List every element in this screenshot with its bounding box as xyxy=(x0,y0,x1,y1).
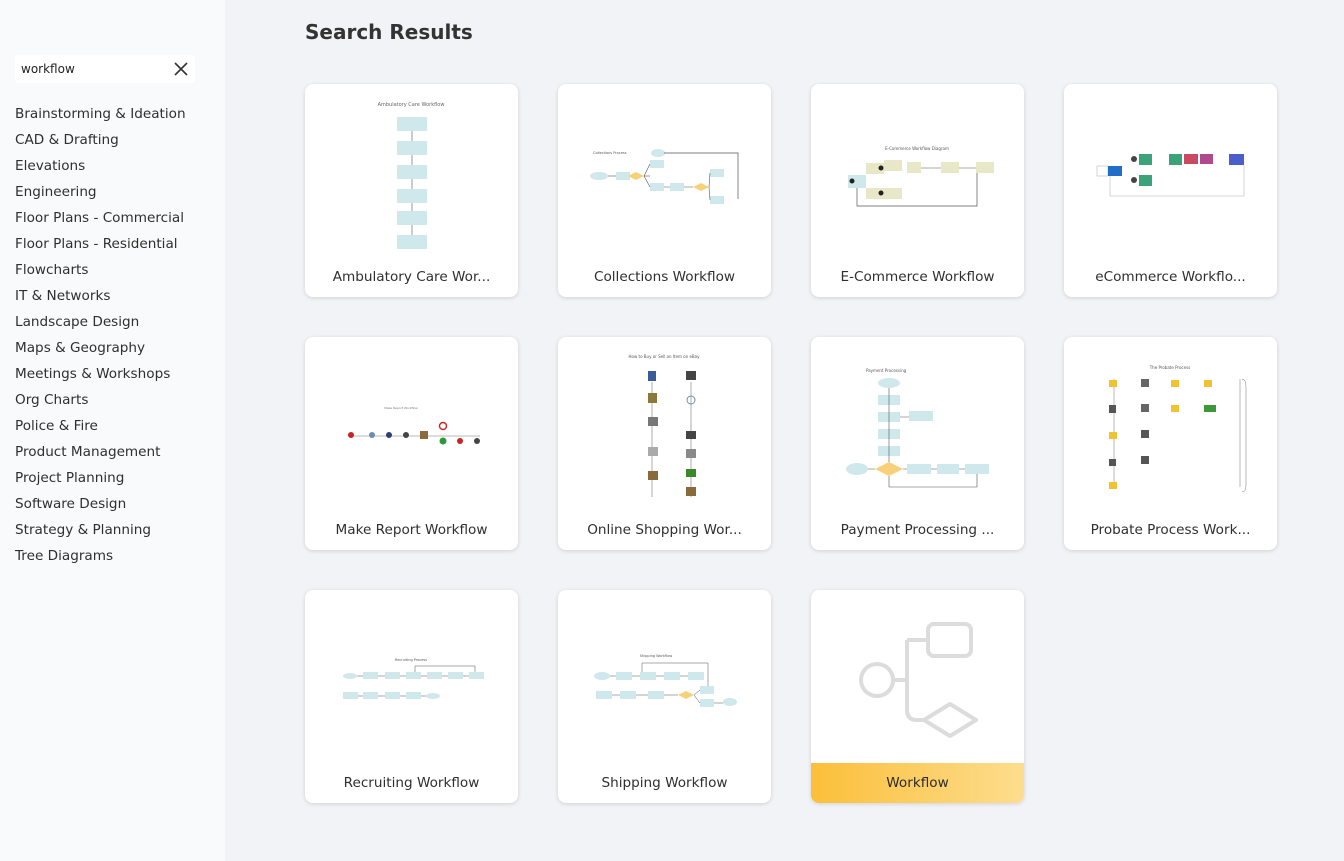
template-card[interactable]: Ambulatory Care Workflow Ambulatory Care… xyxy=(305,84,518,297)
template-card[interactable]: E-Commerce Workflow Diagram E-Commerce W… xyxy=(811,84,1024,297)
template-title: Payment Processing ... xyxy=(840,522,995,538)
category-item[interactable]: Project Planning xyxy=(15,465,186,491)
svg-text:The Probate Process: The Probate Process xyxy=(1149,365,1191,370)
svg-text:Payment Processing: Payment Processing xyxy=(866,368,907,373)
template-title: E-Commerce Workflow xyxy=(840,269,995,285)
template-thumbnail: Payment Processing xyxy=(846,368,989,488)
template-card[interactable]: The Probate Process Probate Process Work… xyxy=(1064,337,1277,550)
template-title: Recruiting Workflow xyxy=(343,775,480,791)
svg-text:Ambulatory Care Workflow: Ambulatory Care Workflow xyxy=(378,102,445,108)
workflow-placeholder-icon xyxy=(859,622,978,738)
template-title: Collections Workflow xyxy=(593,269,736,285)
category-list: Brainstorming & Ideation CAD & Drafting … xyxy=(15,101,186,569)
template-card[interactable]: Make Report Workflow Make Report Workflo… xyxy=(305,337,518,550)
template-thumbnail: Shipping Workflow xyxy=(594,654,737,707)
template-title: Ambulatory Care Wor... xyxy=(332,269,491,285)
sidebar: Brainstorming & Ideation CAD & Drafting … xyxy=(0,0,225,861)
svg-text:Make Report Workflow: Make Report Workflow xyxy=(384,406,418,410)
category-item[interactable]: Floor Plans - Commercial xyxy=(15,205,186,231)
template-card[interactable]: Collections Process Collections Workflow xyxy=(558,84,771,297)
category-item[interactable]: Software Design xyxy=(15,491,186,517)
close-icon[interactable] xyxy=(173,61,189,77)
category-item[interactable]: Flowcharts xyxy=(15,257,186,283)
template-title: Probate Process Work... xyxy=(1090,522,1251,538)
category-item[interactable]: Police & Fire xyxy=(15,413,186,439)
page-title: Search Results xyxy=(305,20,473,44)
template-thumbnail: E-Commerce Workflow Diagram xyxy=(848,146,994,207)
svg-text:How to Buy or Sell an Item on: How to Buy or Sell an Item on eBay xyxy=(629,354,701,359)
category-item[interactable]: Floor Plans - Residential xyxy=(15,231,186,257)
category-item[interactable]: Tree Diagrams xyxy=(15,543,186,569)
template-title: Online Shopping Wor... xyxy=(587,522,742,538)
template-thumbnail: Recruiting Process xyxy=(343,658,484,699)
category-item[interactable]: Elevations xyxy=(15,153,186,179)
category-item[interactable]: Engineering xyxy=(15,179,186,205)
template-card[interactable]: How to Buy or Sell an Item on eBay Onlin… xyxy=(558,337,771,550)
category-item[interactable]: Org Charts xyxy=(15,387,186,413)
category-item[interactable]: Maps & Geography xyxy=(15,335,186,361)
svg-text:Collections Process: Collections Process xyxy=(593,151,627,155)
template-title: Shipping Workflow xyxy=(601,775,728,791)
category-item[interactable]: Product Management xyxy=(15,439,186,465)
search-box xyxy=(15,55,195,83)
category-item[interactable]: Strategy & Planning xyxy=(15,517,186,543)
category-item[interactable]: IT & Networks xyxy=(15,283,186,309)
template-card[interactable]: Payment Processing Payment Processing ..… xyxy=(811,337,1024,550)
template-thumbnail: Make Report Workflow xyxy=(348,406,480,445)
svg-text:Recruiting Process: Recruiting Process xyxy=(395,658,427,662)
svg-text:E-Commerce Workflow Diagram: E-Commerce Workflow Diagram xyxy=(885,146,949,151)
template-title: Workflow xyxy=(811,763,1024,803)
template-card[interactable]: Recruiting Process Recruiting Workflow xyxy=(305,590,518,803)
template-card-blank-workflow[interactable]: Workflow xyxy=(811,590,1024,803)
template-card[interactable]: eCommerce Workflo... xyxy=(1064,84,1277,297)
category-item[interactable]: Meetings & Workshops xyxy=(15,361,186,387)
template-title: eCommerce Workflo... xyxy=(1095,269,1246,285)
template-thumbnail: How to Buy or Sell an Item on eBay xyxy=(629,354,701,497)
template-thumbnail xyxy=(1096,154,1245,197)
template-thumbnail: Ambulatory Care Workflow xyxy=(378,102,445,249)
category-item[interactable]: Brainstorming & Ideation xyxy=(15,101,186,127)
svg-text:Shipping Workflow: Shipping Workflow xyxy=(640,654,673,658)
template-thumbnail: The Probate Process xyxy=(1109,365,1247,493)
template-title: Make Report Workflow xyxy=(335,522,488,538)
template-thumbnail: Collections Process xyxy=(590,149,739,204)
template-card[interactable]: Shipping Workflow Shipping Workflow xyxy=(558,590,771,803)
category-item[interactable]: Landscape Design xyxy=(15,309,186,335)
search-input[interactable] xyxy=(21,55,161,83)
category-item[interactable]: CAD & Drafting xyxy=(15,127,186,153)
